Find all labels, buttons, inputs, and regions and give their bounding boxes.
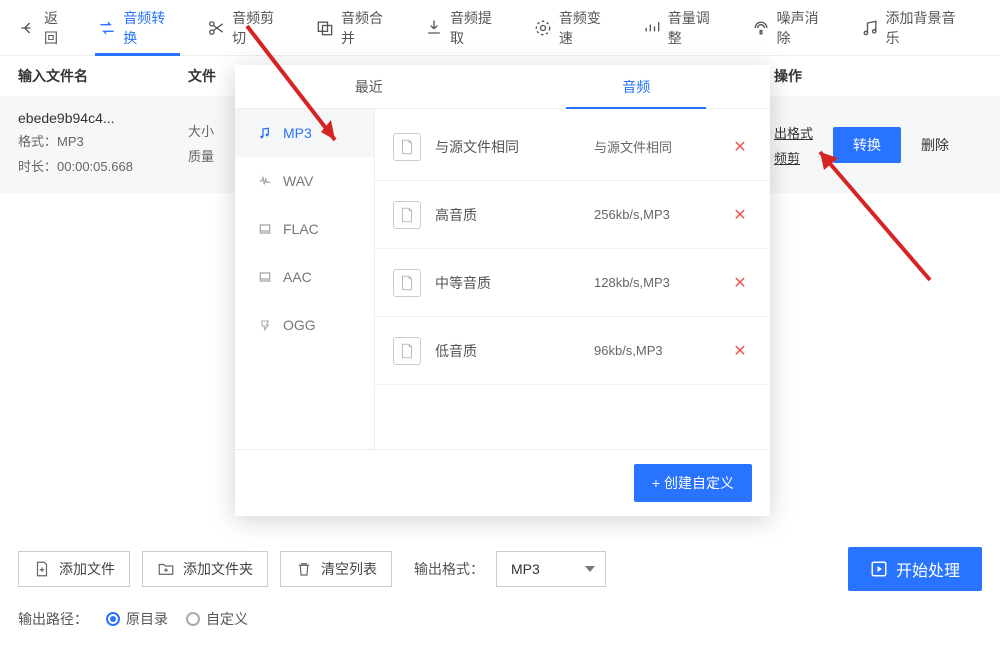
- speed-icon: [533, 18, 553, 38]
- file-name: ebede9b94c4...: [18, 110, 188, 126]
- music-icon: [860, 18, 880, 38]
- bottom-row-path: 输出路径： 原目录 自定义: [18, 603, 982, 635]
- add-folder-icon: [157, 560, 175, 578]
- col-header-name: 输入文件名: [18, 66, 188, 86]
- quality-list: 与源文件相同 与源文件相同 ✕ 高音质 256kb/s,MP3 ✕ 中等音质 1…: [375, 109, 770, 449]
- popup-body: MP3 WAV FLAC AAC OGG 与源文件相同: [235, 109, 770, 449]
- tab-extract[interactable]: 音频提取: [410, 0, 519, 56]
- quality-value: 128kb/s,MP3: [594, 275, 714, 290]
- top-toolbar: 返回 音频转换 音频剪切 音频合并 音频提取 音频变速 音量调整 噪声消除 添加…: [0, 0, 1000, 56]
- wav-icon: [257, 173, 273, 189]
- file-duration: 时长：00:00:05.668: [18, 155, 188, 180]
- quality-item[interactable]: 中等音质 128kb/s,MP3 ✕: [375, 249, 770, 317]
- tab-label: 噪声消除: [777, 8, 832, 48]
- format-label: OGG: [283, 317, 316, 333]
- scissors-icon: [206, 18, 226, 38]
- remove-quality-icon[interactable]: ✕: [728, 137, 752, 157]
- add-folder-button[interactable]: 添加文件夹: [142, 551, 268, 587]
- arrow-left-icon: [18, 18, 38, 38]
- remove-quality-icon[interactable]: ✕: [728, 205, 752, 225]
- tab-bgm[interactable]: 添加背景音乐: [846, 0, 983, 56]
- radio-dot-icon: [186, 612, 200, 626]
- quality-value: 与源文件相同: [594, 137, 714, 156]
- back-button[interactable]: 返回: [18, 0, 83, 56]
- play-icon: [870, 560, 888, 578]
- quality-name: 高音质: [435, 205, 580, 225]
- quality-name: 与源文件相同: [435, 137, 580, 157]
- aac-icon: [257, 269, 273, 285]
- flac-icon: [257, 221, 273, 237]
- tab-convert[interactable]: 音频转换: [83, 0, 192, 56]
- clear-list-button[interactable]: 清空列表: [280, 551, 392, 587]
- popup-tab-audio[interactable]: 音频: [503, 65, 771, 108]
- file-icon: [393, 133, 421, 161]
- create-custom-button[interactable]: + 创建自定义: [634, 464, 752, 502]
- convert-icon: [97, 18, 117, 38]
- clear-list-label: 清空列表: [321, 559, 377, 579]
- quality-value: 256kb/s,MP3: [594, 207, 714, 222]
- radio-custom-label: 自定义: [206, 609, 248, 629]
- bottom-row-actions: 添加文件 添加文件夹 清空列表 输出格式： MP3 开始处理: [18, 547, 982, 591]
- tab-speed[interactable]: 音频变速: [519, 0, 628, 56]
- format-item-wav[interactable]: WAV: [235, 157, 374, 205]
- col-header-ops: 操作: [762, 66, 982, 86]
- quality-item[interactable]: 高音质 256kb/s,MP3 ✕: [375, 181, 770, 249]
- tab-noise[interactable]: 噪声消除: [737, 0, 846, 56]
- tab-volume[interactable]: 音量调整: [628, 0, 737, 56]
- quality-value: 96kb/s,MP3: [594, 343, 714, 358]
- file-icon: [393, 201, 421, 229]
- volume-icon: [642, 18, 662, 38]
- quality-item[interactable]: 低音质 96kb/s,MP3 ✕: [375, 317, 770, 385]
- add-file-label: 添加文件: [59, 559, 115, 579]
- add-file-button[interactable]: 添加文件: [18, 551, 130, 587]
- tab-label: 音频变速: [559, 8, 614, 48]
- quality-name: 低音质: [435, 341, 580, 361]
- back-label: 返回: [44, 8, 71, 48]
- annotation-arrow-icon: [800, 140, 940, 290]
- add-folder-label: 添加文件夹: [183, 559, 253, 579]
- radio-custom[interactable]: 自定义: [186, 609, 248, 629]
- file-name-block: ebede9b94c4... 格式：MP3 时长：00:00:05.668: [18, 110, 188, 179]
- output-format-value: MP3: [511, 561, 540, 577]
- file-format: 格式：MP3: [18, 130, 188, 155]
- add-file-icon: [33, 560, 51, 578]
- tab-label: 音量调整: [668, 8, 723, 48]
- quality-item[interactable]: 与源文件相同 与源文件相同 ✕: [375, 113, 770, 181]
- output-format-select[interactable]: MP3: [496, 551, 606, 587]
- radio-origin-label: 原目录: [126, 609, 168, 629]
- output-path-label: 输出路径：: [18, 609, 88, 629]
- op-outfmt-link[interactable]: 出格式: [774, 123, 813, 142]
- format-label: WAV: [283, 173, 313, 189]
- popup-footer: + 创建自定义: [235, 449, 770, 516]
- start-process-button[interactable]: 开始处理: [848, 547, 982, 591]
- format-item-ogg[interactable]: OGG: [235, 301, 374, 349]
- format-label: AAC: [283, 269, 312, 285]
- radio-dot-icon: [106, 612, 120, 626]
- file-icon: [393, 337, 421, 365]
- noise-icon: [751, 18, 771, 38]
- extract-icon: [424, 18, 444, 38]
- format-list: MP3 WAV FLAC AAC OGG: [235, 109, 375, 449]
- format-label: FLAC: [283, 221, 319, 237]
- output-format-label: 输出格式：: [414, 559, 484, 579]
- file-icon: [393, 269, 421, 297]
- bottom-bar: 添加文件 添加文件夹 清空列表 输出格式： MP3 开始处理 输出路径： 原目录…: [0, 547, 1000, 657]
- format-item-aac[interactable]: AAC: [235, 253, 374, 301]
- tab-label: 音频转换: [123, 8, 178, 48]
- tab-label: 添加背景音乐: [886, 8, 969, 48]
- tab-label: 音频提取: [450, 8, 505, 48]
- annotation-arrow-icon: [235, 20, 355, 160]
- quality-name: 中等音质: [435, 273, 580, 293]
- remove-quality-icon[interactable]: ✕: [728, 341, 752, 361]
- format-item-flac[interactable]: FLAC: [235, 205, 374, 253]
- remove-quality-icon[interactable]: ✕: [728, 273, 752, 293]
- start-label: 开始处理: [896, 557, 960, 581]
- trash-icon: [295, 560, 313, 578]
- ogg-icon: [257, 317, 273, 333]
- radio-origin[interactable]: 原目录: [106, 609, 168, 629]
